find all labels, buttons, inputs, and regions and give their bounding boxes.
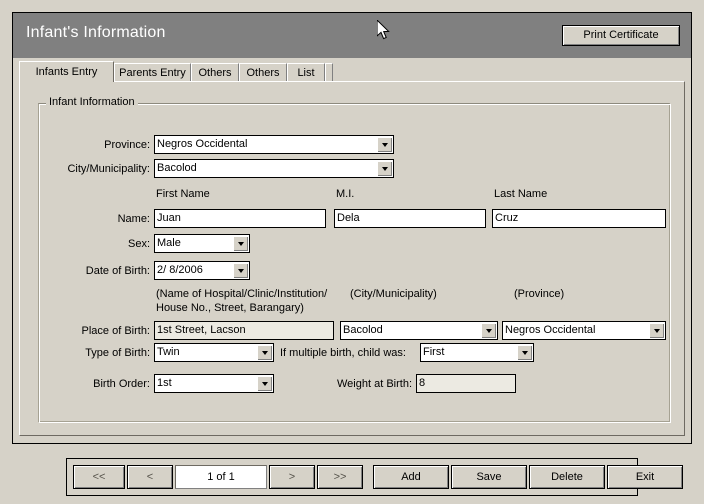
chevron-down-icon[interactable]: [233, 263, 248, 278]
pob-hint-line2: House No., Street, Barangary): [156, 302, 304, 314]
exit-button[interactable]: Exit: [607, 465, 683, 489]
name-label: Name:: [117, 213, 150, 225]
tab-list[interactable]: List: [287, 63, 325, 82]
place-of-birth-city-value: Bacolod: [343, 324, 383, 336]
province-combobox[interactable]: Negros Occidental: [154, 135, 394, 154]
middle-initial-input[interactable]: Dela: [334, 209, 486, 228]
pob-hint-province: (Province): [514, 288, 565, 300]
mi-header: M.I.: [336, 188, 355, 200]
chevron-down-icon[interactable]: [481, 323, 496, 338]
date-of-birth-label: Date of Birth:: [85, 265, 150, 277]
delete-button[interactable]: Delete: [529, 465, 605, 489]
groupbox-title: Infant Information: [46, 96, 138, 108]
application-window: Infant's Information Print Certificate I…: [0, 0, 704, 504]
tab-infants-entry[interactable]: Infants Entry: [19, 61, 114, 82]
pob-hint-city: (City/Municipality): [350, 288, 437, 300]
type-of-birth-value: Twin: [157, 346, 180, 358]
chevron-down-icon[interactable]: [233, 236, 248, 251]
city-municipality-label: City/Municipality:: [67, 163, 150, 175]
birth-order-label: Birth Order:: [93, 378, 150, 390]
print-certificate-button[interactable]: Print Certificate: [562, 25, 680, 46]
main-window-frame: Infant's Information Print Certificate I…: [12, 12, 692, 444]
type-of-birth-combobox[interactable]: Twin: [154, 343, 274, 362]
tab-parents-entry[interactable]: Parents Entry: [114, 63, 191, 82]
birth-order-value: 1st: [157, 377, 172, 389]
last-name-header: Last Name: [494, 188, 548, 200]
province-value: Negros Occidental: [157, 138, 248, 150]
first-record-button[interactable]: <<: [73, 465, 125, 489]
chevron-down-icon[interactable]: [377, 161, 392, 176]
page-title: Infant's Information: [26, 24, 166, 41]
chevron-down-icon[interactable]: [257, 376, 272, 391]
sex-label: Sex:: [127, 238, 150, 250]
province-label: Province:: [104, 139, 150, 151]
first-name-header: First Name: [156, 188, 210, 200]
chevron-down-icon[interactable]: [649, 323, 664, 338]
save-button[interactable]: Save: [451, 465, 527, 489]
last-record-button[interactable]: >>: [317, 465, 363, 489]
place-of-birth-province-value: Negros Occidental: [505, 324, 596, 336]
weight-at-birth-label: Weight at Birth:: [337, 378, 412, 390]
title-bar: Infant's Information Print Certificate: [13, 13, 691, 58]
record-counter: 1 of 1: [175, 465, 267, 489]
place-of-birth-city-combobox[interactable]: Bacolod: [340, 321, 498, 340]
multiple-birth-value: First: [423, 346, 445, 358]
place-of-birth-label: Place of Birth:: [81, 325, 150, 337]
pob-hint-line1: (Name of Hospital/Clinic/Institution/: [156, 288, 328, 300]
city-municipality-combobox[interactable]: Bacolod: [154, 159, 394, 178]
chevron-down-icon[interactable]: [377, 137, 392, 152]
tab-strip-filler: [325, 63, 333, 82]
record-navigation-panel: << < 1 of 1 > >> Add Save Delete Exit: [66, 458, 683, 496]
chevron-down-icon[interactable]: [517, 345, 532, 360]
date-of-birth-picker[interactable]: 2/ 8/2006: [154, 261, 250, 280]
tab-others-2[interactable]: Others: [239, 63, 287, 82]
place-of-birth-input[interactable]: 1st Street, Lacson: [154, 321, 334, 340]
multiple-birth-label: If multiple birth, child was:: [280, 347, 406, 359]
last-name-input[interactable]: Cruz: [492, 209, 666, 228]
tab-strip: Infants Entry Parents Entry Others Other…: [19, 61, 685, 82]
previous-record-button[interactable]: <: [127, 465, 173, 489]
first-name-input[interactable]: Juan: [154, 209, 326, 228]
tab-others-1[interactable]: Others: [191, 63, 239, 82]
place-of-birth-province-combobox[interactable]: Negros Occidental: [502, 321, 666, 340]
add-button[interactable]: Add: [373, 465, 449, 489]
date-of-birth-value: 2/ 8/2006: [157, 264, 203, 276]
sex-value: Male: [157, 237, 181, 249]
city-municipality-value: Bacolod: [157, 162, 197, 174]
type-of-birth-label: Type of Birth:: [85, 347, 150, 359]
weight-at-birth-input[interactable]: 8: [416, 374, 516, 393]
multiple-birth-combobox[interactable]: First: [420, 343, 534, 362]
infants-entry-panel: Infant Information Province: Negros Occi…: [19, 81, 685, 436]
sex-combobox[interactable]: Male: [154, 234, 250, 253]
next-record-button[interactable]: >: [269, 465, 315, 489]
chevron-down-icon[interactable]: [257, 345, 272, 360]
birth-order-combobox[interactable]: 1st: [154, 374, 274, 393]
